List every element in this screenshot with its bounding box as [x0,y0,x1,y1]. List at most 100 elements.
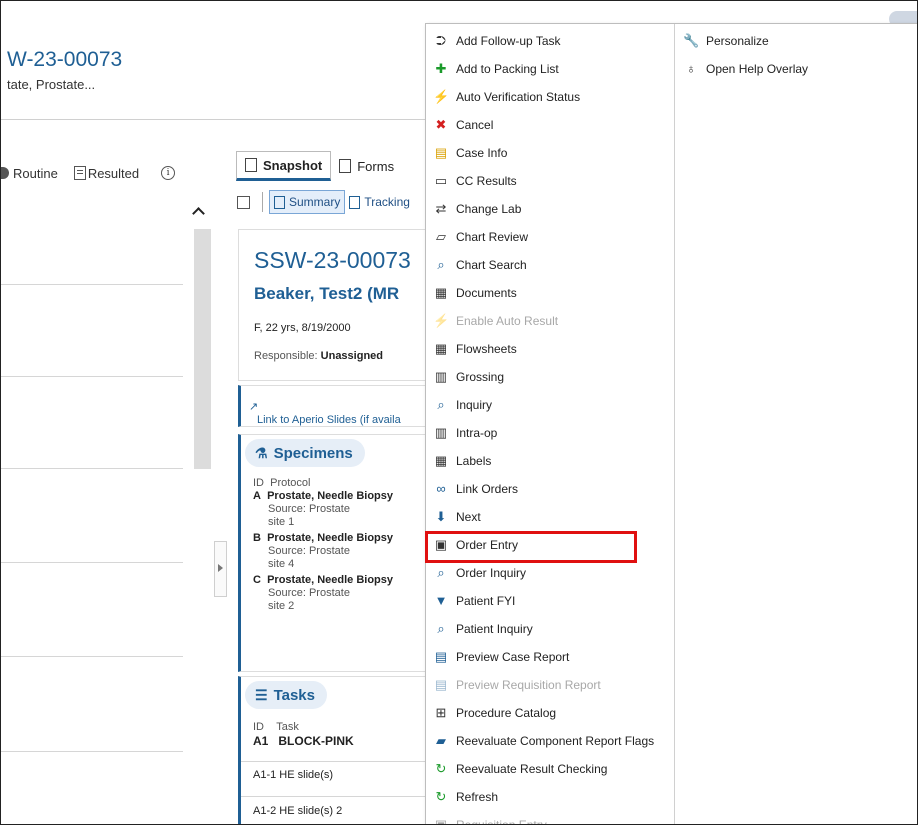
patient-name[interactable]: Beaker, Test2 (MR [254,284,399,304]
tasks-title: Tasks [273,686,315,704]
menu-item-refresh[interactable]: ↻ Refresh [433,785,498,809]
menu-item-label: Chart Search [456,258,527,272]
task-row[interactable]: A1 BLOCK-PINK [253,734,354,748]
list-row-divider [1,376,183,377]
col-id: ID [253,477,264,489]
tasks-section: ☰ Tasks ID Task A1 BLOCK-PINK A1-1 HE sl… [238,676,442,824]
summary-button[interactable]: Summary [269,190,346,214]
menu-item-flowsheets[interactable]: ▦ Flowsheets [433,337,517,361]
tab-snapshot[interactable]: Snapshot [236,151,332,181]
menu-item-preview-case-report[interactable]: ▤ Preview Case Report [433,645,570,669]
refresh-icon: ↻ [435,789,447,804]
menu-item-label: CC Results [456,174,517,188]
tasks-column-header: ID Task [253,721,299,733]
menu-item-inquiry[interactable]: ⌕ Inquiry [433,393,492,417]
snapshot-icon [245,158,257,172]
tasks-header[interactable]: ☰ Tasks [245,681,327,709]
specimens-section: ⚗ Specimens ID Protocol A Prostate, Need… [238,434,442,672]
search-icon: ⌕ [437,565,445,580]
tracking-button[interactable]: Tracking [345,191,414,213]
menu-item-add-follow-up-task[interactable]: ⮊ Add Follow-up Task [433,29,561,53]
left-pane-scrollbar[interactable] [194,229,211,469]
task-row[interactable]: A1-2 HE slide(s) 2 [253,805,342,817]
report-icon: ▤ [434,677,448,692]
summary-label: Summary [289,195,341,209]
menu-item-label: Documents [456,286,517,300]
menu-item-label: Requisition Entry [456,818,547,825]
case-id-heading: SSW-23-00073 [254,247,411,273]
lightning-icon: ⚡ [433,313,450,328]
menu-item-label: Order Inquiry [456,566,527,580]
clipboard-icon: ▣ [434,817,448,825]
menu-item-order-inquiry[interactable]: ⌕ Order Inquiry [433,561,526,585]
menu-item-chart-review[interactable]: ▱ Chart Review [433,225,528,249]
menu-item-reevaluate-result-checking[interactable]: ↻ Reevaluate Result Checking [433,757,608,781]
specimen-site: site 1 [268,516,295,528]
tab-forms[interactable]: Forms [331,151,402,181]
tracking-icon [349,195,361,209]
left-pane-status-bar: Routine Resulted i [1,164,176,182]
menu-item-documents[interactable]: ▦ Documents [433,281,517,305]
menu-item-procedure-catalog[interactable]: ⊞ Procedure Catalog [433,701,557,725]
highlight-box [425,531,637,563]
plus-icon: ✚ [435,61,447,76]
specimen-row[interactable]: A Prostate, Needle Biopsy Source: Prosta… [253,490,393,529]
catalog-icon: ⊞ [435,705,447,720]
menu-item-label: Add to Packing List [456,62,559,76]
wrench-icon: 🔧 [683,33,700,48]
case-subtitle: tate, Prostate... [7,77,96,92]
menu-item-label: Add Follow-up Task [456,34,561,48]
info-icon[interactable]: i [161,166,176,180]
menu-item-add-to-packing-list[interactable]: ✚ Add to Packing List [433,57,559,81]
pane-splitter[interactable] [214,541,227,597]
task-row[interactable]: A1-1 HE slide(s) [253,769,333,781]
menu-item-patient-fyi[interactable]: ▼ Patient FYI [433,589,516,613]
menu-item-link-orders[interactable]: ∞ Link Orders [433,477,518,501]
cc-results-icon: ▭ [434,173,448,188]
layout-icon[interactable] [237,195,250,209]
menu-item-reevaluate-component-report-flags[interactable]: ▰ Reevaluate Component Report Flags [433,729,654,753]
menu-item-label: Inquiry [456,398,493,412]
menu-item-patient-inquiry[interactable]: ⌕ Patient Inquiry [433,617,532,641]
specimens-header[interactable]: ⚗ Specimens [245,439,365,467]
menu-item-personalize[interactable]: 🔧 Personalize [683,29,769,53]
menu-item-grossing[interactable]: ▥ Grossing [433,365,504,389]
menu-item-auto-verification-status[interactable]: ⚡ Auto Verification Status [433,85,580,109]
down-arrow-icon: ⬇ [435,509,447,524]
scroll-up-icon[interactable] [192,207,205,220]
menu-item-case-info[interactable]: ▤ Case Info [433,141,508,165]
center-tabs: Snapshot Forms [236,151,402,181]
menu-item-label: Preview Requisition Report [456,678,601,692]
task-divider [241,796,441,797]
menu-item-label: Enable Auto Result [456,314,559,328]
specimen-name: Prostate, Needle Biopsy [267,532,394,544]
specimen-row[interactable]: C Prostate, Needle Biopsy Source: Prosta… [253,574,393,613]
menu-item-label: Reevaluate Component Report Flags [456,734,655,748]
menu-item-cancel[interactable]: ✖ Cancel [433,113,494,137]
list-row-divider [1,284,183,285]
folder-icon: ▰ [436,733,446,748]
specimen-row[interactable]: B Prostate, Needle Biopsy Source: Prosta… [253,532,393,571]
report-icon: ▤ [434,649,448,664]
menu-item-cc-results[interactable]: ▭ CC Results [433,169,517,193]
aperio-link-text: Link to Aperio Slides (if availa [257,414,401,426]
summary-icon [274,195,285,209]
specimen-site: site 4 [268,558,295,570]
menu-item-label: Chart Review [456,230,529,244]
menu-item-label: Preview Case Report [456,650,570,664]
task-id: A1 [253,734,269,748]
menu-item-next[interactable]: ⬇ Next [433,505,481,529]
menu-item-labels[interactable]: ▦ Labels [433,449,492,473]
search-icon: ⌕ [437,397,445,412]
menu-item-intra-op[interactable]: ▥ Intra-op [433,421,498,445]
menu-item-label: Cancel [456,118,494,132]
menu-item-chart-search[interactable]: ⌕ Chart Search [433,253,527,277]
menu-item-label: Reevaluate Result Checking [456,762,608,776]
specimen-id: C [253,574,261,586]
menu-item-label: Flowsheets [456,342,517,356]
aperio-link[interactable]: ↗ Link to Aperio Slides (if availa [249,400,401,426]
menu-item-requisition-entry: ▣ Requisition Entry [433,813,547,825]
list-row-divider [1,562,183,563]
menu-item-change-lab[interactable]: ⇄ Change Lab [433,197,522,221]
menu-item-open-help-overlay[interactable]: ♁ Open Help Overlay [683,57,808,81]
